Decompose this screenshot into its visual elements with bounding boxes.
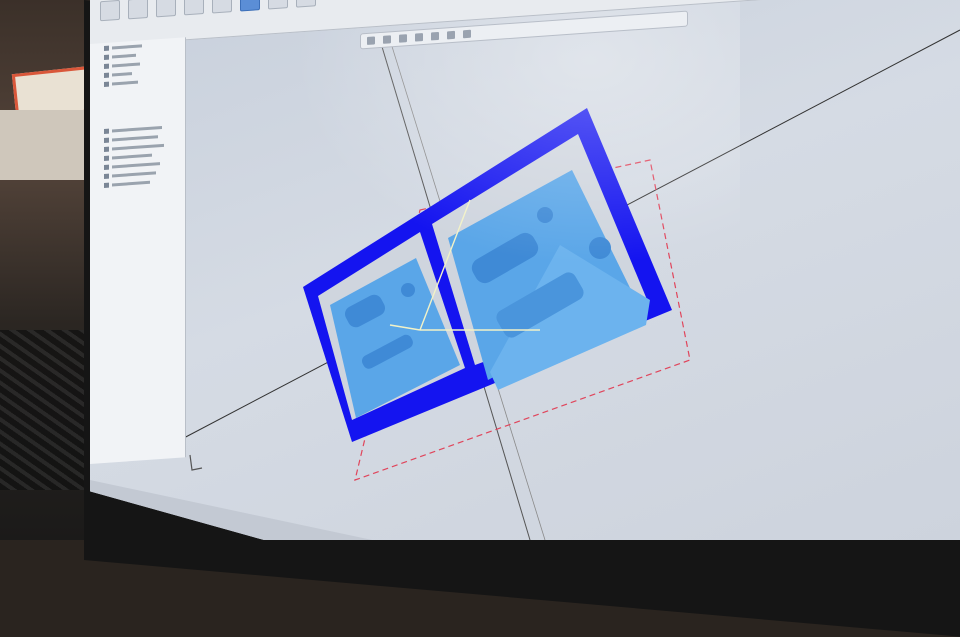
tool-button-8[interactable]	[296, 0, 316, 8]
fit-icon[interactable]	[415, 33, 423, 42]
body-icon	[104, 173, 109, 180]
zoom-icon[interactable]	[399, 34, 407, 43]
pan-icon[interactable]	[383, 35, 391, 44]
sketch-icon	[104, 155, 109, 162]
orbit-icon[interactable]	[367, 36, 375, 45]
component-icon	[104, 45, 109, 52]
desk-paper	[0, 110, 90, 180]
ribbon-tools	[100, 0, 316, 22]
tool-button-2[interactable]	[128, 0, 148, 20]
component-icon	[104, 81, 109, 88]
browser-tree	[90, 37, 186, 465]
tool-button-3[interactable]	[156, 0, 176, 18]
body-icon	[104, 146, 109, 153]
component-icon	[104, 128, 109, 135]
body-icon	[104, 164, 109, 171]
body-icon	[104, 63, 109, 70]
monitor-screen	[90, 0, 960, 540]
desk-cables	[0, 330, 90, 490]
viewports-icon[interactable]	[463, 29, 471, 39]
body-icon	[104, 137, 109, 144]
tool-button-4[interactable]	[184, 0, 204, 16]
sketch-icon	[104, 182, 109, 189]
display-settings-icon[interactable]	[431, 31, 439, 41]
view-corner-glyph	[189, 454, 203, 471]
tool-button-1[interactable]	[100, 0, 120, 22]
tool-button-7[interactable]	[268, 0, 288, 10]
grid-settings-icon[interactable]	[447, 30, 455, 40]
tool-button-5[interactable]	[212, 0, 232, 14]
tool-button-active[interactable]	[240, 0, 260, 12]
screen-glare	[240, 0, 740, 300]
sketch-icon	[104, 54, 109, 61]
origin-icon	[104, 72, 109, 79]
